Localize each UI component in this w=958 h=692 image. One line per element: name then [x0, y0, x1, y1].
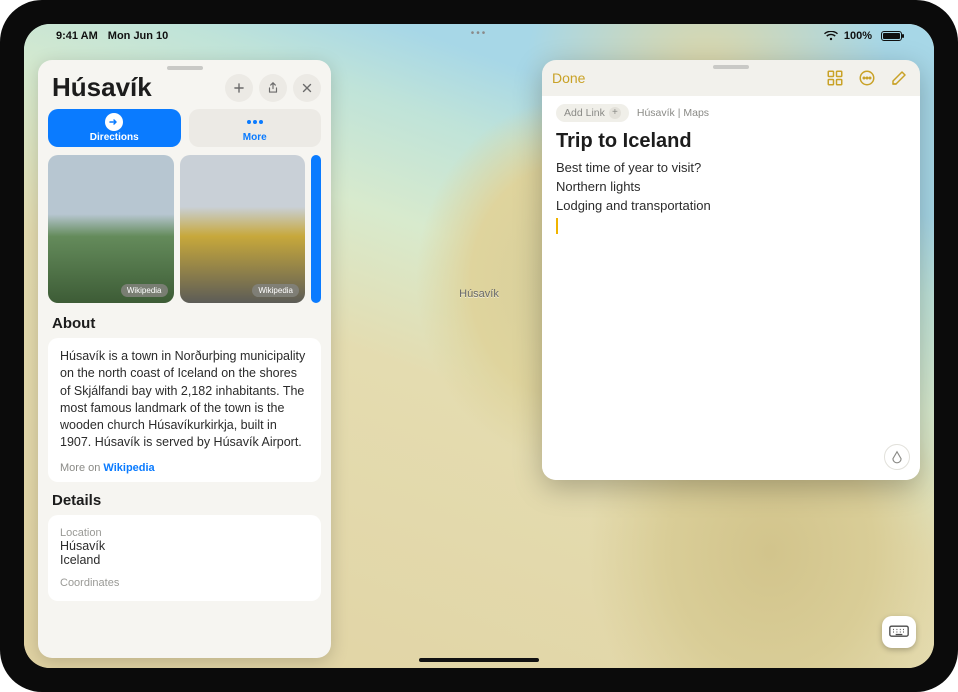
photo-item[interactable] [311, 155, 321, 303]
more-options-icon[interactable] [856, 67, 878, 89]
markup-button[interactable] [884, 444, 910, 470]
directions-label: Directions [90, 132, 139, 143]
note-line[interactable]: Best time of year to visit? [556, 159, 906, 178]
place-card[interactable]: Húsavík D [38, 60, 331, 658]
note-line[interactable]: Northern lights [556, 178, 906, 197]
add-link-chip[interactable]: Add Link + [556, 104, 629, 122]
photo-item[interactable]: Wikipedia [48, 155, 174, 303]
plus-icon: + [609, 107, 621, 119]
share-button[interactable] [259, 74, 287, 102]
coordinates-label: Coordinates [60, 577, 309, 589]
directions-button[interactable]: Directions [48, 109, 181, 147]
more-button[interactable]: More [189, 109, 322, 147]
place-title: Húsavík [52, 72, 152, 103]
close-button[interactable] [293, 74, 321, 102]
map-place-label: Húsavík [459, 288, 499, 300]
about-text: Húsavík is a town in Norðurþing municipa… [60, 348, 309, 452]
note-line[interactable]: Lodging and transportation [556, 197, 906, 216]
more-label: More [243, 132, 267, 143]
gallery-icon[interactable] [824, 67, 846, 89]
text-cursor [556, 218, 558, 234]
more-icon [246, 113, 264, 131]
about-card: Húsavík is a town in Norðurþing municipa… [48, 338, 321, 482]
details-heading: Details [38, 490, 331, 515]
photo-item[interactable]: Wikipedia [180, 155, 306, 303]
add-button[interactable] [225, 74, 253, 102]
photo-carousel[interactable]: Wikipedia Wikipedia [38, 155, 331, 313]
compose-icon[interactable] [888, 67, 910, 89]
multitask-indicator-icon[interactable]: ••• [471, 28, 488, 39]
home-indicator[interactable] [419, 658, 539, 662]
status-time: 9:41 AM [56, 30, 98, 42]
done-button[interactable]: Done [552, 70, 585, 86]
keyboard-button[interactable] [882, 616, 916, 648]
location-label: Location [60, 527, 309, 539]
drag-handle[interactable] [713, 65, 749, 69]
battery-icon [878, 31, 902, 41]
directions-icon [105, 113, 123, 131]
note-breadcrumb[interactable]: Húsavík | Maps [637, 107, 709, 119]
details-card: Location Húsavík Iceland Coordinates [48, 515, 321, 601]
about-more-link[interactable]: More on Wikipedia [60, 462, 309, 474]
photo-source-badge: Wikipedia [121, 284, 168, 297]
about-heading: About [38, 313, 331, 338]
drag-handle[interactable] [167, 66, 203, 70]
wifi-icon [824, 31, 838, 41]
photo-source-badge: Wikipedia [252, 284, 299, 297]
note-editor[interactable]: Add Link + Húsavík | Maps Trip to Icelan… [542, 96, 920, 480]
note-title[interactable]: Trip to Iceland [556, 130, 906, 153]
quick-note-panel[interactable]: Done Add Link + [542, 60, 920, 480]
status-date: Mon Jun 10 [108, 30, 169, 42]
battery-percent: 100% [844, 30, 872, 42]
location-line1: Húsavík [60, 539, 309, 553]
location-line2: Iceland [60, 553, 309, 567]
